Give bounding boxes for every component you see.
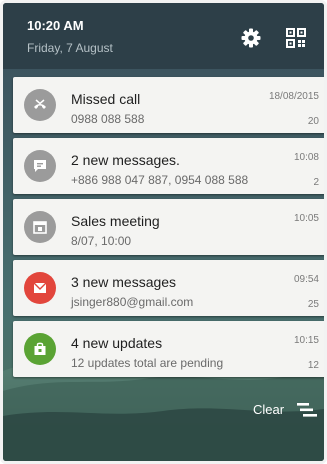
clear-label: Clear <box>253 402 285 417</box>
notification-mail[interactable]: 3 new messages jsinger880@gmail.com 09:5… <box>13 260 324 316</box>
notification-subtitle: +886 988 047 887, 0954 088 588 <box>71 173 249 187</box>
notification-count: 20 <box>307 116 319 127</box>
mail-icon <box>33 282 47 293</box>
missed-call-icon <box>34 99 46 109</box>
calendar-icon <box>33 221 47 234</box>
notification-list: Missed call 0988 088 588 18/08/2015 20 2… <box>13 77 324 382</box>
notification-messages[interactable]: 2 new messages. +886 988 047 887, 0954 0… <box>13 138 324 194</box>
notification-timestamp: 18/08/2015 <box>268 91 319 102</box>
notification-title: Missed call <box>71 91 141 107</box>
quick-settings-icon[interactable] <box>285 27 307 49</box>
notification-title: Sales meeting <box>71 213 160 229</box>
notification-title: 4 new updates <box>71 335 163 351</box>
calendar-avatar <box>24 211 56 243</box>
clear-all-icon <box>297 403 317 417</box>
notification-subtitle: 0988 088 588 <box>71 112 145 126</box>
current-date: Friday, 7 August <box>27 41 113 55</box>
mail-avatar <box>24 272 56 304</box>
notification-subtitle: 12 updates total are pending <box>71 356 224 370</box>
notification-count: 2 <box>313 177 319 188</box>
notification-timestamp: 10:15 <box>293 335 319 346</box>
clear-all-button[interactable]: Clear <box>253 401 317 421</box>
missed-call-avatar <box>24 89 56 121</box>
notification-screen: 10:20 AM Friday, 7 August Missed call 09… <box>0 0 327 464</box>
notification-updates[interactable]: 4 new updates 12 updates total are pendi… <box>13 321 324 377</box>
message-avatar <box>24 150 56 182</box>
notification-title: 2 new messages. <box>71 152 180 168</box>
notification-title: 3 new messages <box>71 274 177 290</box>
notification-missed-call[interactable]: Missed call 0988 088 588 18/08/2015 20 <box>13 77 324 133</box>
notification-timestamp: 09:54 <box>293 274 319 285</box>
gear-icon[interactable] <box>241 28 261 48</box>
clock-time: 10:20 AM <box>27 18 84 33</box>
store-avatar <box>24 333 56 365</box>
notification-timestamp: 10:05 <box>293 213 319 224</box>
notification-timestamp: 10:08 <box>293 152 319 163</box>
status-panel: 10:20 AM Friday, 7 August <box>3 3 324 69</box>
notification-count: 12 <box>307 360 319 371</box>
notification-subtitle: jsinger880@gmail.com <box>71 295 194 309</box>
message-icon <box>34 160 46 172</box>
store-icon <box>34 342 46 355</box>
notification-count: 25 <box>307 299 319 310</box>
notification-subtitle: 8/07, 10:00 <box>71 234 132 248</box>
notification-calendar[interactable]: Sales meeting 8/07, 10:00 10:05 <box>13 199 324 255</box>
